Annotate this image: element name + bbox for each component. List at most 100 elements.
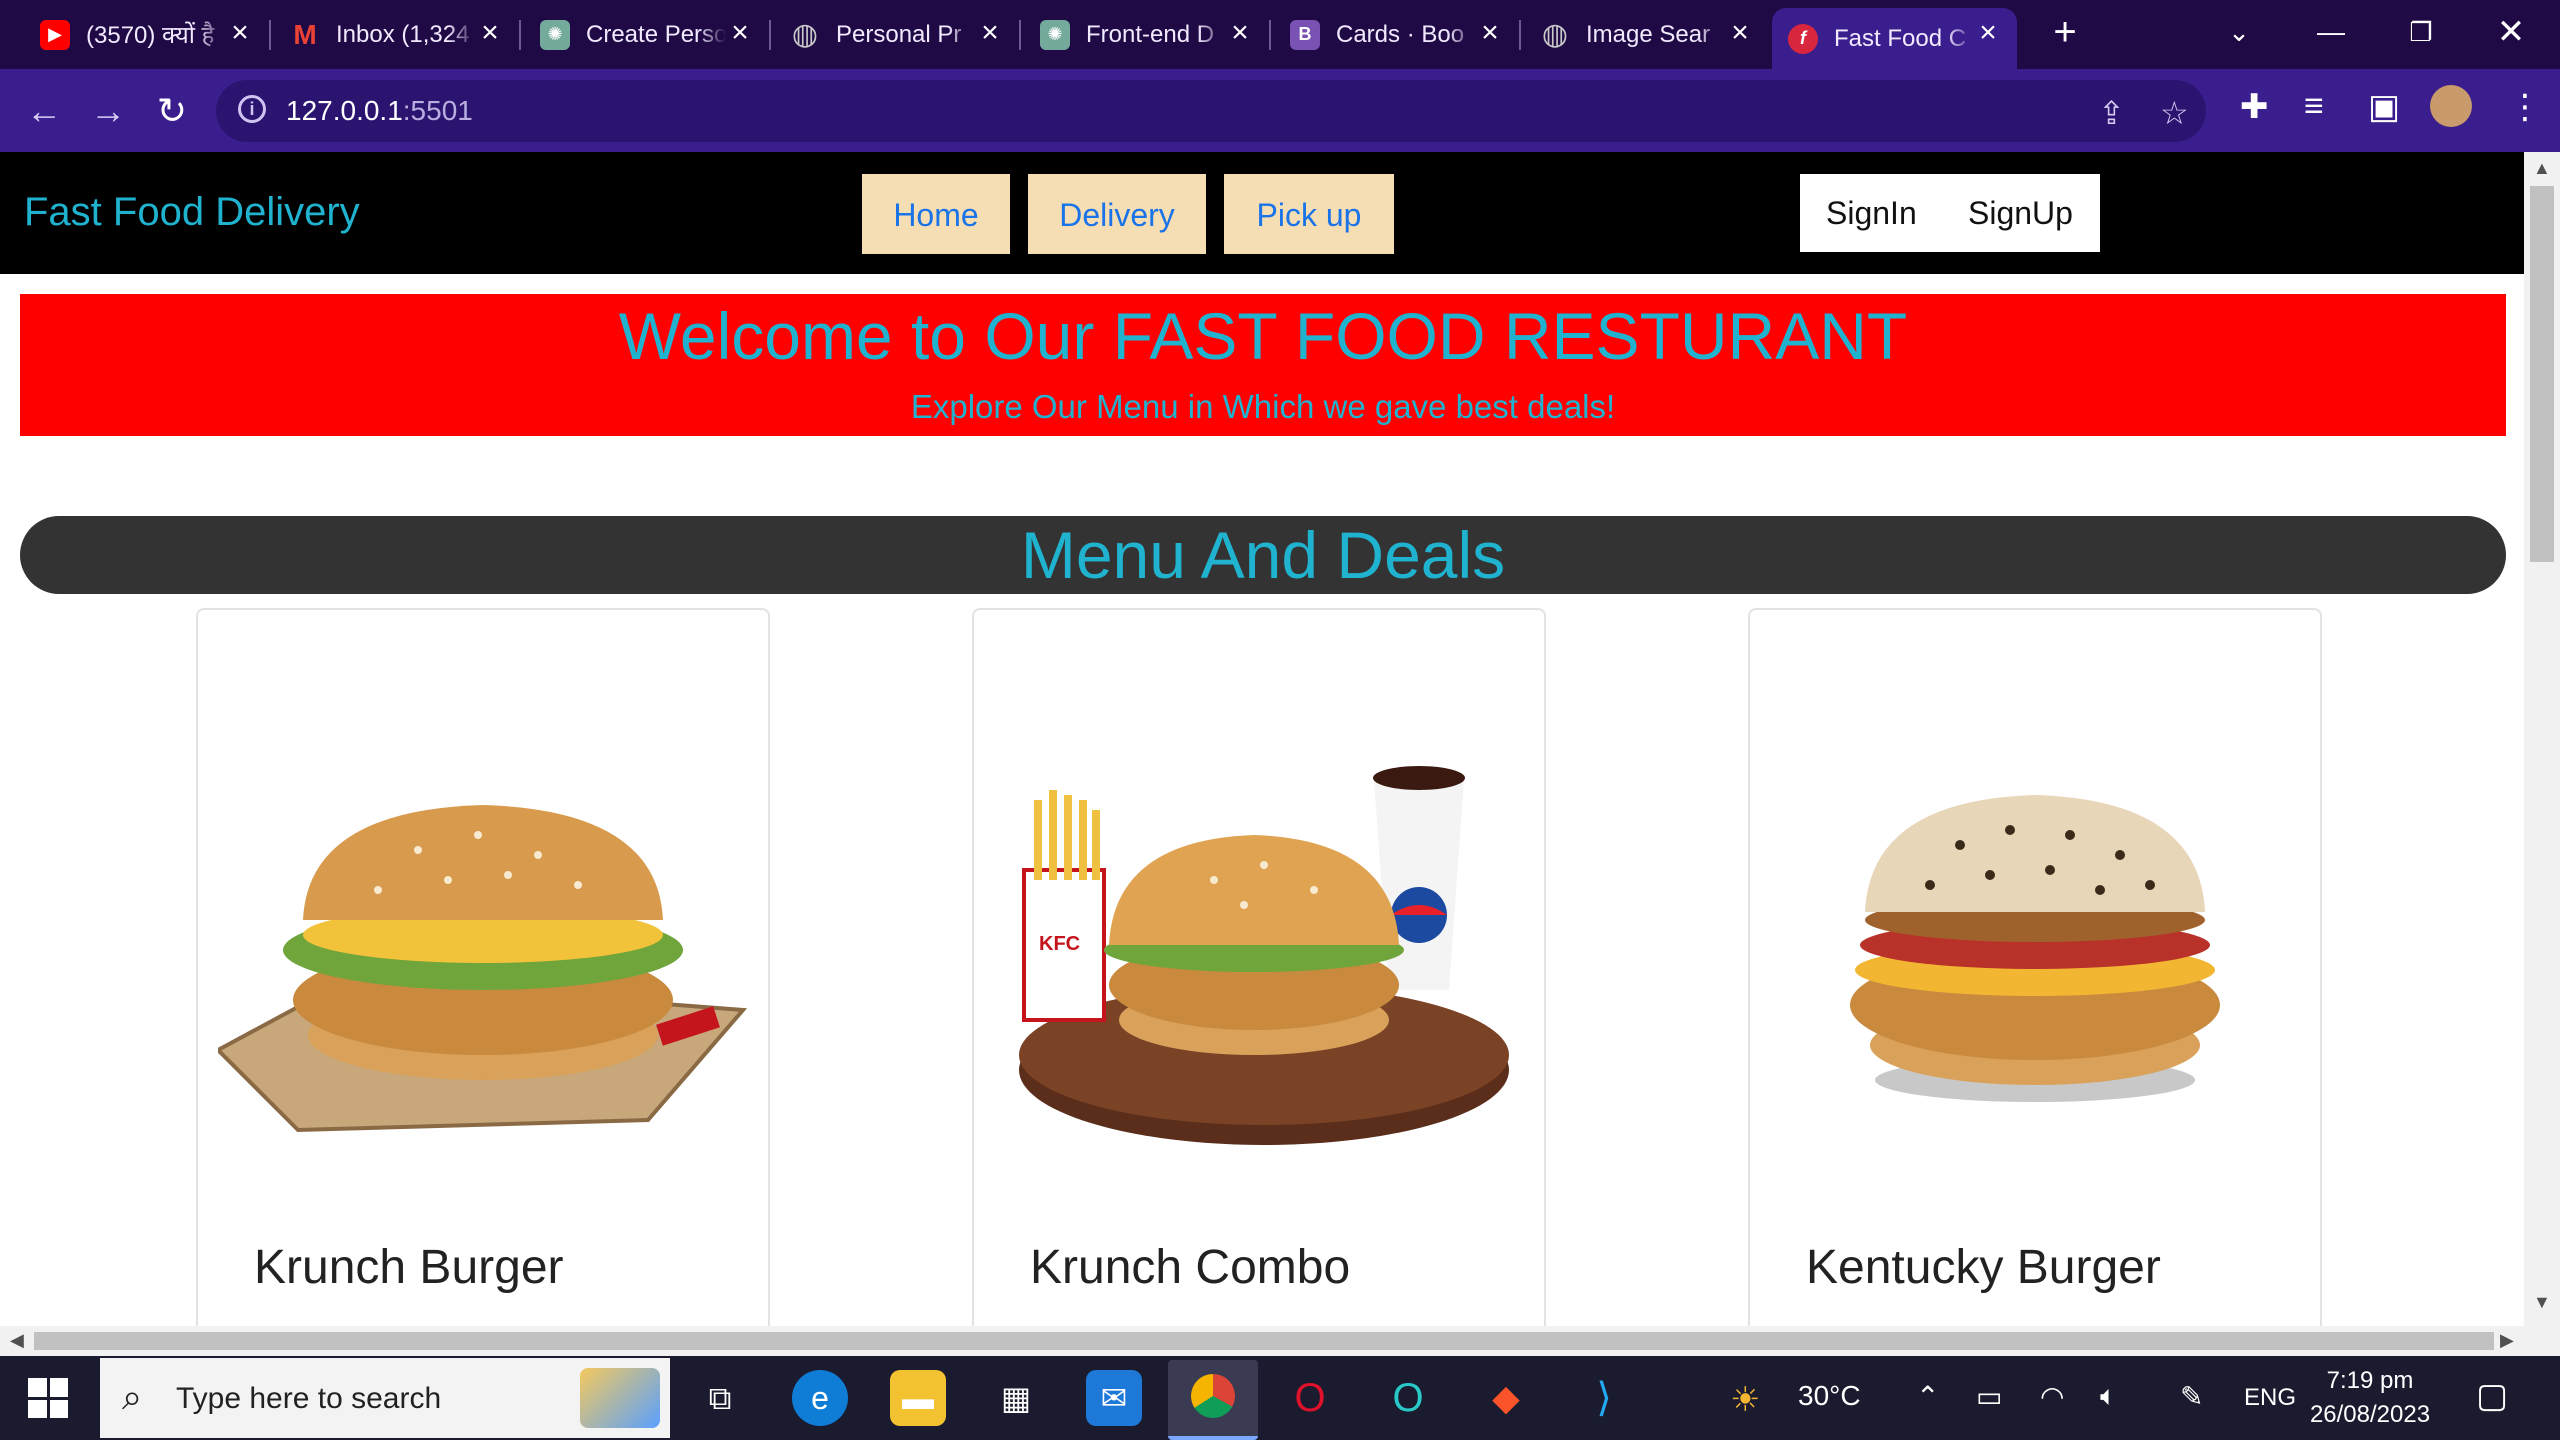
new-tab-button[interactable]: + [2040, 12, 2090, 52]
nav-delivery-button[interactable]: Delivery [1028, 174, 1206, 254]
microsoft-store-icon[interactable]: ▦ [988, 1370, 1044, 1426]
close-icon[interactable]: × [475, 18, 505, 48]
close-icon[interactable]: × [725, 18, 755, 48]
weather-temp[interactable]: 30°C [1798, 1380, 1861, 1412]
opera-icon[interactable]: O [1282, 1370, 1338, 1426]
tab-bootstrap-cards[interactable]: B Cards · Boo × [1274, 8, 1521, 61]
card-title: Krunch Combo [1030, 1241, 1351, 1294]
minimize-button[interactable]: — [2306, 12, 2356, 52]
tab-personal[interactable]: ◍ Personal Pr × [774, 8, 1021, 61]
tab-fast-food-active[interactable]: f Fast Food C × [1772, 8, 2017, 69]
tab-divider [519, 20, 521, 50]
site-brand[interactable]: Fast Food Delivery [24, 190, 360, 235]
hero-banner: Welcome to Our FAST FOOD RESTURANT Explo… [20, 294, 2506, 436]
chatgpt-icon: ✺ [540, 19, 570, 50]
media-queue-icon[interactable]: ≡ [2304, 87, 2324, 126]
tab-gmail[interactable]: M Inbox (1,324 × [274, 8, 521, 61]
hero-subtitle: Explore Our Menu in Which we gave best d… [910, 388, 1616, 425]
kentucky-burger-image [1850, 795, 2220, 1102]
tab-title: Personal Pr [836, 20, 962, 48]
address-bar[interactable]: i 127.0.0.1:5501 ⇪ ☆ [216, 80, 2206, 142]
scroll-down-arrow-icon[interactable]: ▼ [2533, 1292, 2551, 1313]
side-panel-icon[interactable]: ▣ [2368, 87, 2400, 127]
signup-button[interactable]: SignUp [1968, 174, 2073, 252]
forward-arrow-icon[interactable]: → [86, 89, 130, 133]
tab-image-search[interactable]: ◍ Image Sear × [1524, 8, 1769, 61]
site-info-icon[interactable]: i [238, 95, 266, 123]
tab-title: Image Sear [1586, 20, 1711, 48]
clock-date: 26/08/2023 [2309, 1401, 2431, 1428]
chrome-taskbar-button[interactable] [1168, 1360, 1258, 1440]
menu-card-krunch-combo[interactable]: KFC Krunch Combo [972, 608, 1546, 1326]
horizontal-scroll-thumb[interactable] [34, 1332, 2494, 1350]
close-icon[interactable]: × [1725, 18, 1755, 48]
card-title: Kentucky Burger [1806, 1241, 2161, 1294]
task-view-icon[interactable]: ⧉ [692, 1370, 748, 1426]
close-icon[interactable]: × [225, 18, 255, 48]
url-host: 127.0.0.1 [286, 95, 403, 126]
url-text: 127.0.0.1:5501 [286, 95, 473, 127]
battery-icon[interactable]: ▭ [1976, 1380, 2002, 1413]
scroll-right-arrow-icon[interactable]: ▶ [2500, 1330, 2514, 1351]
pen-icon[interactable]: ✎ [2180, 1380, 2203, 1413]
chatgpt-icon: ✺ [1040, 19, 1070, 50]
reload-icon[interactable]: ↻ [150, 89, 194, 133]
system-clock[interactable]: 7:19 pm 26/08/2023 [2300, 1364, 2440, 1432]
scroll-up-arrow-icon[interactable]: ▲ [2533, 158, 2551, 179]
brave-icon[interactable]: ◆ [1478, 1370, 1534, 1426]
tab-chatgpt-frontend[interactable]: ✺ Front-end D × [1024, 8, 1271, 61]
tab-title: Front-end D [1086, 20, 1215, 48]
close-icon[interactable]: × [1973, 18, 2003, 48]
tray-chevron-icon[interactable]: ⌃ [1916, 1380, 1939, 1413]
windows-taskbar: ⌕ Type here to search ⧉ e ▬ ▦ ✉ O O ◆ ⟩ … [0, 1356, 2560, 1440]
menu-card-kentucky-burger[interactable]: Kentucky Burger [1748, 608, 2322, 1326]
taskbar-search-box[interactable]: ⌕ Type here to search [100, 1358, 670, 1438]
profile-avatar[interactable] [2430, 85, 2472, 127]
scroll-left-arrow-icon[interactable]: ◀ [10, 1330, 24, 1351]
site-header: Fast Food Delivery Home Delivery Pick up… [0, 152, 2524, 274]
browser-toolbar: ← → ↻ i 127.0.0.1:5501 ⇪ ☆ ✚ ≡ ▣ ⋮ [0, 69, 2560, 152]
back-arrow-icon[interactable]: ← [22, 89, 66, 133]
tab-chatgpt-create[interactable]: ✺ Create Perso × [524, 8, 771, 61]
close-icon[interactable]: × [1225, 18, 1255, 48]
vscode-icon[interactable]: ⟩ [1576, 1370, 1632, 1426]
windows-start-icon[interactable] [28, 1378, 68, 1418]
volume-icon[interactable]: 🔈︎ [2100, 1380, 2117, 1413]
tab-title: Inbox (1,324 [336, 20, 470, 48]
file-explorer-icon[interactable]: ▬ [890, 1370, 946, 1426]
weather-icon[interactable]: ☀ [1730, 1380, 1760, 1420]
vertical-scroll-thumb[interactable] [2530, 186, 2554, 562]
close-icon[interactable]: × [1475, 18, 1505, 48]
more-menu-icon[interactable]: ⋮ [2508, 87, 2542, 127]
mail-icon[interactable]: ✉ [1086, 1370, 1142, 1426]
vertical-scrollbar[interactable]: ▲ ▼ [2524, 152, 2560, 1356]
extensions-puzzle-icon[interactable]: ✚ [2240, 87, 2269, 127]
close-icon[interactable]: × [975, 18, 1005, 48]
menu-card-krunch-burger[interactable]: Krunch Burger [196, 608, 770, 1326]
opera-gx-icon[interactable]: O [1380, 1370, 1436, 1426]
notification-icon[interactable]: ▢ [2476, 1376, 2508, 1416]
browser-tab-strip: ▶ (3570) क्यों है × M Inbox (1,324 × ✺ C… [0, 0, 2560, 69]
nav-home-button[interactable]: Home [862, 174, 1010, 254]
share-icon[interactable]: ⇪ [2098, 94, 2125, 132]
tab-divider [1519, 20, 1521, 50]
language-indicator[interactable]: ENG [2244, 1384, 2296, 1412]
tab-title: (3570) क्यों है [86, 22, 215, 49]
restore-button[interactable]: ❐ [2396, 12, 2446, 52]
globe-icon: ◍ [791, 18, 819, 51]
nav-pickup-button[interactable]: Pick up [1224, 174, 1394, 254]
clock-time: 7:19 pm [2326, 1367, 2414, 1394]
gmail-icon: M [293, 18, 317, 50]
edge-browser-icon[interactable]: e [792, 1370, 848, 1426]
wifi-icon[interactable]: ◠ [2040, 1380, 2064, 1413]
tab-youtube[interactable]: ▶ (3570) क्यों है × [24, 8, 271, 61]
signin-button[interactable]: SignIn [1826, 174, 1917, 252]
tab-search-button[interactable]: ⌄ [2214, 12, 2264, 52]
auth-buttons: SignIn SignUp [1800, 174, 2100, 252]
close-window-button[interactable]: ✕ [2486, 12, 2536, 52]
tab-divider [269, 20, 271, 50]
bookmark-star-icon[interactable]: ☆ [2160, 94, 2189, 132]
tab-divider [769, 20, 771, 50]
horizontal-scrollbar[interactable]: ◀ ▶ [0, 1326, 2524, 1356]
tab-divider [1269, 20, 1271, 50]
